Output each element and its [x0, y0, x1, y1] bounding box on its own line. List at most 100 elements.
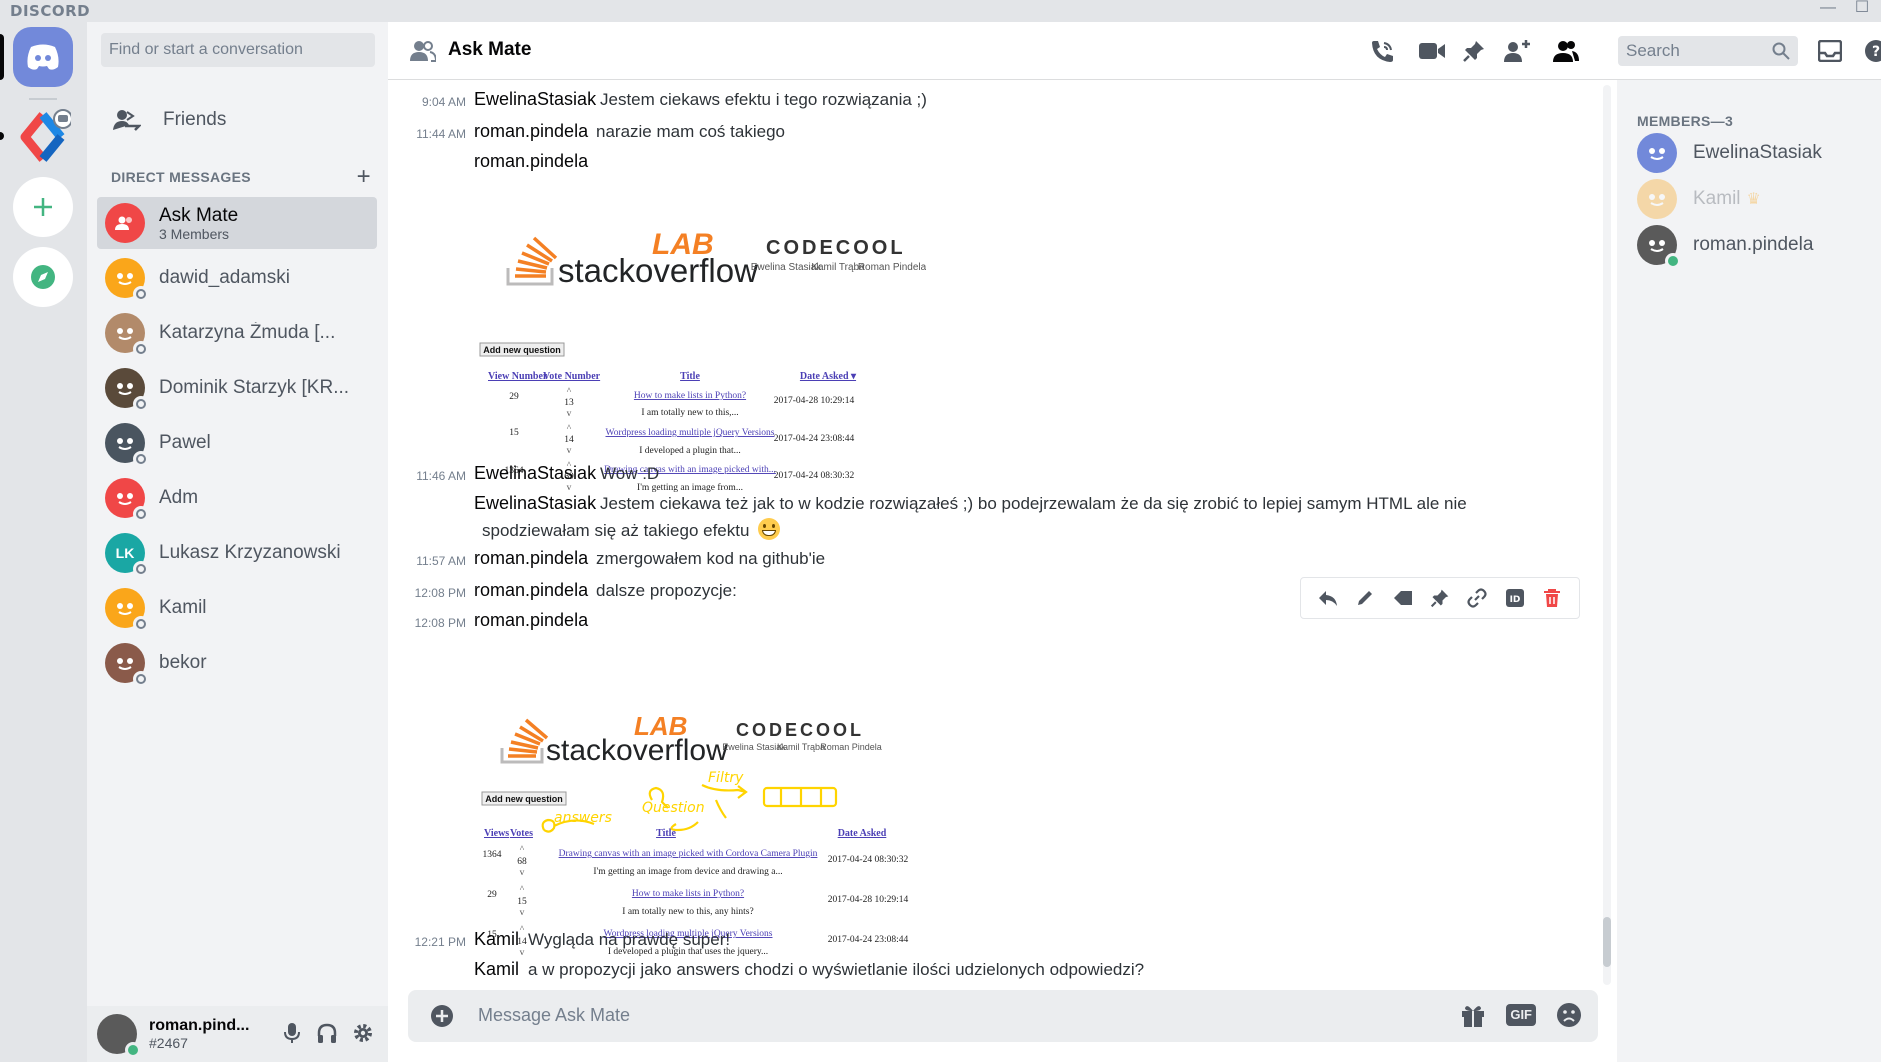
online-status — [1665, 253, 1681, 269]
message-author[interactable]: EwelinaStasiak — [474, 492, 596, 514]
direct-messages-header: DIRECT MESSAGES + — [111, 163, 371, 190]
start-video-call-button[interactable] — [1418, 37, 1446, 65]
offline-status — [133, 396, 149, 412]
message-author[interactable]: roman.pindela — [474, 120, 588, 142]
flag-icon — [1393, 591, 1412, 605]
home-button[interactable] — [13, 27, 73, 87]
dm-item[interactable]: dawid_adamski — [97, 252, 377, 304]
avatar-face-icon — [1649, 240, 1665, 252]
message-author[interactable]: roman.pindela — [474, 609, 588, 631]
offline-status — [133, 341, 149, 357]
svg-text:v: v — [520, 948, 525, 958]
dm-name: Lukasz Krzyzanowski — [159, 542, 341, 563]
message-author[interactable]: roman.pindela — [474, 547, 588, 569]
gif-button[interactable]: GIF — [1506, 1004, 1536, 1026]
member-avatar — [1637, 133, 1677, 173]
user-avatar — [105, 258, 149, 302]
help-button[interactable]: ? — [1862, 37, 1881, 65]
start-voice-call-button[interactable] — [1368, 37, 1396, 65]
message-composer[interactable]: Message Ask Mate GIF — [408, 990, 1598, 1042]
pencil-icon — [1358, 591, 1373, 605]
create-dm-button[interactable]: + — [357, 163, 371, 191]
dm-item[interactable]: bekor — [97, 637, 377, 689]
server-askmate[interactable] — [13, 107, 73, 167]
user-avatar — [105, 588, 149, 632]
offline-status — [133, 451, 149, 467]
message-text-continued: spodziewałam się aż takiego efektu — [482, 518, 781, 542]
member-item[interactable]: EwelinaStasiak — [1637, 131, 1877, 175]
copy-id-button[interactable]: ID — [1503, 586, 1527, 610]
edit-button[interactable] — [1353, 586, 1377, 610]
message-input[interactable]: Message Ask Mate — [478, 1005, 630, 1026]
member-item[interactable]: roman.pindela — [1637, 223, 1877, 269]
votes-cell: 68 — [517, 857, 527, 867]
group-dm-icon — [410, 41, 436, 62]
date-cell: 2017-04-24 23:08:44 — [828, 935, 909, 945]
svg-text:^: ^ — [567, 424, 572, 434]
dm-item[interactable]: Kamil — [97, 582, 377, 634]
group-icon — [115, 216, 132, 230]
mark-unread-button[interactable] — [1391, 586, 1415, 610]
logo-lab-text: LAB — [634, 711, 687, 741]
message-list: 9:04 AM EwelinaStasiak Jestem ciekaws ef… — [388, 80, 1608, 985]
user-avatar[interactable] — [97, 1014, 141, 1058]
member-list-toggle[interactable] — [1552, 37, 1580, 65]
message-author[interactable]: Kamil — [474, 928, 519, 950]
avatar-face-icon — [117, 438, 133, 450]
scribble-question: Question — [642, 800, 705, 816]
pinned-messages-button[interactable] — [1460, 37, 1488, 65]
rail-separator — [29, 98, 57, 100]
dm-item[interactable]: Pawel — [97, 417, 377, 469]
microphone-icon[interactable] — [282, 1022, 302, 1044]
dm-item[interactable]: Ask Mate 3 Members — [97, 197, 377, 249]
message-author[interactable]: roman.pindela — [474, 579, 588, 601]
scrollbar-thumb[interactable] — [1603, 917, 1611, 967]
dm-item[interactable]: LK Lukasz Krzyzanowski — [97, 527, 377, 579]
app-brand: DISCORD — [10, 2, 91, 20]
dm-name: Kamil — [159, 597, 207, 618]
group-avatar — [105, 203, 145, 243]
plus-icon — [34, 198, 52, 216]
svg-text:^: ^ — [520, 845, 525, 855]
minimize-button[interactable]: — — [1816, 0, 1840, 20]
dm-name: Pawel — [159, 432, 211, 453]
settings-gear-icon[interactable] — [352, 1022, 374, 1044]
copy-link-button[interactable] — [1465, 586, 1489, 610]
header-search-input[interactable]: Search — [1618, 36, 1798, 66]
dm-item[interactable]: Dominik Starzyk [KR... — [97, 362, 377, 414]
user-panel: roman.pind... #2467 — [87, 1006, 388, 1062]
message[interactable]: EwelinaStasiak Jestem ciekawa też jak to… — [388, 492, 1598, 540]
unread-indicator — [0, 132, 4, 140]
find-conversation-input[interactable]: Find or start a conversation — [101, 33, 375, 67]
title-link: Wordpress loading multiple jQuery Versio… — [606, 428, 775, 438]
maximize-button[interactable]: ☐ — [1850, 0, 1874, 20]
svg-text:v: v — [520, 908, 525, 918]
emoji-picker-icon[interactable] — [1556, 1002, 1582, 1028]
message-author[interactable]: EwelinaStasiak — [474, 462, 596, 484]
message-author[interactable]: roman.pindela — [474, 150, 588, 172]
trash-icon — [1544, 589, 1561, 607]
message-scrollbar[interactable] — [1603, 85, 1611, 985]
friends-nav-item[interactable]: Friends — [97, 96, 377, 144]
delete-message-button[interactable] — [1540, 586, 1564, 610]
gift-icon[interactable] — [1460, 1002, 1486, 1028]
svg-text:ID: ID — [1509, 595, 1520, 605]
message-author[interactable]: Kamil — [474, 958, 519, 980]
dm-name: dawid_adamski — [159, 267, 290, 288]
dm-member-count: 3 Members — [159, 225, 230, 242]
message-author[interactable]: EwelinaStasiak — [474, 88, 596, 110]
explore-servers-button[interactable] — [13, 247, 73, 307]
add-server-button[interactable] — [13, 177, 73, 237]
user-avatar — [105, 423, 149, 467]
pin-message-button[interactable] — [1428, 586, 1452, 610]
dm-item[interactable]: Adm — [97, 472, 377, 524]
inbox-button[interactable] — [1816, 37, 1844, 65]
add-friends-to-dm-button[interactable] — [1503, 37, 1531, 65]
reply-button[interactable] — [1316, 586, 1340, 610]
member-item[interactable]: Kamil ♛ — [1637, 177, 1877, 221]
headphones-icon[interactable] — [316, 1022, 338, 1044]
add-attachment-icon[interactable] — [430, 1004, 454, 1028]
team-name: Roman Pindela — [820, 742, 882, 752]
snippet-cell: I am totally new to this,... — [641, 408, 738, 418]
dm-item[interactable]: Katarzyna Żmuda [... — [97, 307, 377, 359]
